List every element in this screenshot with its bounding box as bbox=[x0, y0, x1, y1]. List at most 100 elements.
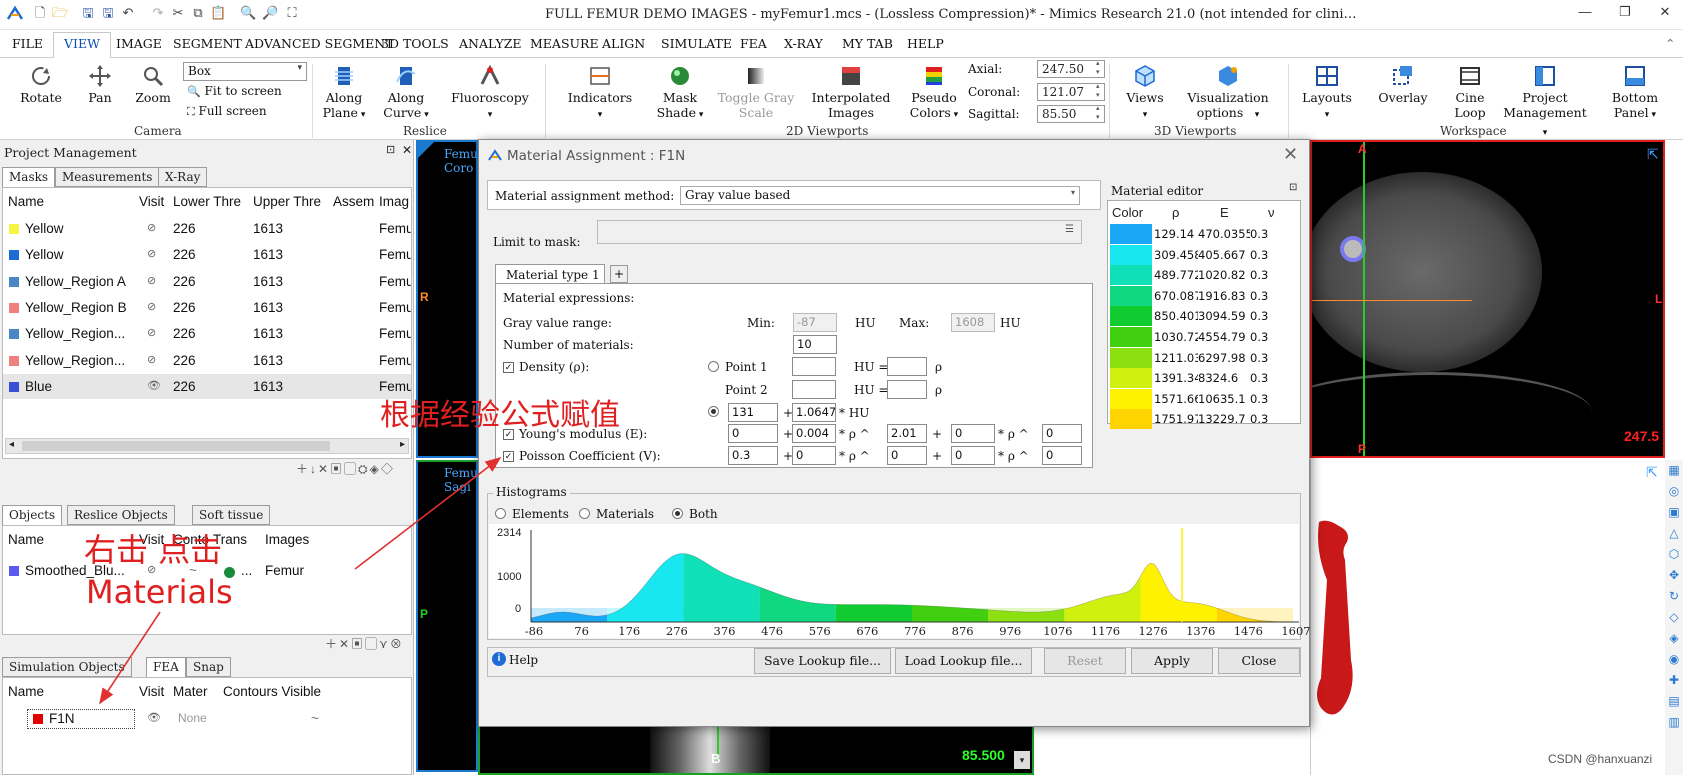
paste-icon[interactable]: 📋 bbox=[210, 5, 226, 21]
limit-mask-menu-icon[interactable]: ☰ bbox=[1065, 224, 1079, 240]
young-d-input[interactable]: 0 bbox=[951, 424, 995, 443]
tab-objects[interactable]: Objects bbox=[2, 505, 63, 525]
material-color-cell[interactable] bbox=[1110, 388, 1152, 409]
menu-fea[interactable]: FEA bbox=[740, 36, 767, 51]
mask-visibility-icon[interactable]: ⊘ bbox=[147, 221, 156, 234]
axial-input[interactable]: 247.50 bbox=[1037, 59, 1105, 78]
fea-contour-icon[interactable]: ~ bbox=[311, 711, 319, 726]
formula-radio[interactable] bbox=[708, 406, 719, 417]
axial-viewport[interactable]: A P L 247.5 ⇱ bbox=[1310, 140, 1665, 458]
mask-row[interactable]: Yellow_Region... ⊘ 226 1613 Femu bbox=[3, 348, 411, 373]
open-folder-icon[interactable]: 🗁 bbox=[52, 5, 68, 21]
point2-hu-input[interactable] bbox=[792, 380, 836, 399]
redo-icon[interactable]: ↷ bbox=[150, 5, 166, 21]
along-curve-button[interactable]: Along Curve ▾ bbox=[380, 64, 432, 123]
fea-name-cell[interactable] bbox=[27, 709, 135, 729]
rotate-button[interactable]: Rotate bbox=[15, 64, 67, 105]
menu-advanced-segment[interactable]: ADVANCED SEGMENT bbox=[245, 36, 394, 51]
pin-icon[interactable]: ⊡ bbox=[386, 143, 395, 156]
mask-row[interactable]: Yellow ⊘ 226 1613 Femu bbox=[3, 242, 411, 267]
toolbar-icons[interactable]: ▦ ◎ ▣ △ ⬡ ✥ ↻ ◇ ◈ ◉ ✚ ▤ ▥ bbox=[1665, 460, 1683, 733]
zoom-mode-select[interactable]: Box ▾ bbox=[183, 62, 307, 81]
mask-visibility-icon[interactable]: ⊘ bbox=[147, 300, 156, 313]
material-type-tab[interactable]: Material type 1 bbox=[495, 264, 605, 284]
axial-maximize-icon[interactable]: ⇱ bbox=[1647, 146, 1659, 163]
material-color-cell[interactable] bbox=[1110, 347, 1152, 368]
poisson-d-input[interactable]: 0 bbox=[951, 446, 995, 465]
hist-both-radio[interactable] bbox=[672, 508, 683, 519]
zoom-out-icon[interactable]: 🔎 bbox=[262, 5, 278, 21]
along-plane-button[interactable]: Along Plane ▾ bbox=[318, 64, 370, 123]
menu-xray[interactable]: X-RAY bbox=[784, 36, 823, 51]
poisson-checkbox[interactable]: ✓ bbox=[503, 451, 514, 462]
close-button[interactable]: Close bbox=[1218, 648, 1300, 674]
fluoroscopy-button[interactable]: Fluoroscopy ▾ bbox=[448, 64, 532, 123]
fit-to-screen-button[interactable]: 🔍 Fit to screen bbox=[187, 84, 282, 98]
editor-col-v[interactable]: ν bbox=[1268, 205, 1275, 220]
material-row[interactable]: 489.772 1020.82 0.3 bbox=[1108, 264, 1298, 286]
help-link[interactable]: Help bbox=[509, 653, 538, 667]
save-lookup-button[interactable]: Save Lookup file... bbox=[754, 648, 891, 674]
save-icon[interactable]: 🖫 bbox=[80, 5, 96, 21]
pan-button[interactable]: Pan bbox=[80, 64, 120, 105]
menu-measure[interactable]: MEASURE bbox=[530, 36, 599, 51]
editor-col-e[interactable]: E bbox=[1220, 205, 1229, 220]
material-color-cell[interactable] bbox=[1110, 224, 1152, 244]
limit-mask-select[interactable] bbox=[597, 220, 1082, 244]
method-select[interactable]: Gray value based ▾ bbox=[680, 186, 1080, 205]
material-color-cell[interactable] bbox=[1110, 306, 1152, 327]
material-color-cell[interactable] bbox=[1110, 368, 1152, 389]
poisson-b-input[interactable]: 0 bbox=[792, 446, 836, 465]
mask-row[interactable]: Yellow_Region A ⊘ 226 1613 Femu bbox=[3, 269, 411, 294]
project-management-button[interactable]: Project Management ▾ bbox=[1500, 64, 1590, 141]
apply-button[interactable]: Apply bbox=[1131, 648, 1213, 674]
material-color-cell[interactable] bbox=[1110, 327, 1152, 347]
fea-col-visible[interactable]: Visit bbox=[139, 684, 165, 699]
overlay-button[interactable]: Overlay bbox=[1374, 64, 1432, 105]
h-scrollbar[interactable]: ◂ ▸ bbox=[5, 438, 409, 454]
menu-help[interactable]: HELP bbox=[907, 36, 944, 51]
young-b-input[interactable]: 0.004 bbox=[792, 424, 836, 443]
material-color-cell[interactable] bbox=[1110, 285, 1152, 306]
mask-visibility-icon[interactable]: ⊘ bbox=[147, 274, 156, 287]
zoom-in-icon[interactable]: 🔍 bbox=[240, 5, 256, 21]
mask-shade-button[interactable]: Mask Shade ▾ bbox=[652, 64, 708, 123]
toggle-gray-scale-button[interactable]: Toggle Gray Scale bbox=[714, 64, 798, 120]
tab-masks[interactable]: Masks bbox=[2, 167, 56, 187]
collapse-ribbon-icon[interactable]: ⌃ bbox=[1665, 36, 1675, 51]
obj-col-name[interactable]: Name bbox=[8, 532, 44, 547]
young-a-input[interactable]: 0 bbox=[728, 424, 778, 443]
material-row[interactable]: 129.14 470.0355 0.3 bbox=[1108, 223, 1298, 245]
col-visible[interactable]: Visit bbox=[139, 194, 165, 209]
mask-row[interactable]: Yellow_Region B ⊘ 226 1613 Femu bbox=[3, 295, 411, 320]
pseudo-colors-button[interactable]: Pseudo Colors ▾ bbox=[902, 64, 966, 123]
dialog-close-icon[interactable]: ✕ bbox=[1283, 144, 1298, 165]
close-window-button[interactable]: ✕ bbox=[1655, 4, 1675, 20]
material-color-cell[interactable] bbox=[1110, 265, 1152, 286]
point1-rho-input[interactable] bbox=[887, 357, 927, 376]
save-as-icon[interactable]: 🖫 bbox=[100, 5, 116, 21]
hist-elements-radio[interactable] bbox=[495, 508, 506, 519]
fit-icon[interactable]: ⛶ bbox=[284, 5, 300, 21]
close-panel-icon[interactable]: ✕ bbox=[402, 143, 412, 157]
obj-col-images[interactable]: Images bbox=[265, 532, 309, 547]
max-input[interactable]: 1608 bbox=[951, 313, 995, 332]
fea-row-f1n[interactable]: F1N 👁 None ~ bbox=[3, 706, 411, 731]
bottom-dropdown[interactable]: ▾ bbox=[1014, 751, 1030, 769]
material-color-cell[interactable] bbox=[1110, 244, 1152, 265]
cine-loop-button[interactable]: Cine Loop bbox=[1448, 64, 1492, 120]
hist-materials-radio[interactable] bbox=[579, 508, 590, 519]
poisson-e-input[interactable]: 0 bbox=[1042, 446, 1082, 465]
mask-visibility-icon[interactable]: 👁 bbox=[147, 379, 161, 392]
editor-col-rho[interactable]: ρ bbox=[1172, 205, 1179, 220]
poisson-c-input[interactable]: 0 bbox=[887, 446, 927, 465]
material-row[interactable]: 309.458 405.667 0.3 bbox=[1108, 244, 1298, 266]
menu-file[interactable]: FILE bbox=[12, 36, 43, 51]
young-c-input[interactable]: 2.01 bbox=[887, 424, 927, 443]
visible-eye-icon[interactable]: 👁 bbox=[147, 711, 161, 724]
material-row[interactable]: 1030.72 4554.79 0.3 bbox=[1108, 326, 1298, 348]
material-color-cell[interactable] bbox=[1110, 409, 1152, 430]
undo-icon[interactable]: ↶ bbox=[120, 5, 136, 21]
material-row[interactable]: 1751.97 13229.7 0.3 bbox=[1108, 408, 1298, 430]
load-lookup-button[interactable]: Load Lookup file... bbox=[895, 648, 1032, 674]
